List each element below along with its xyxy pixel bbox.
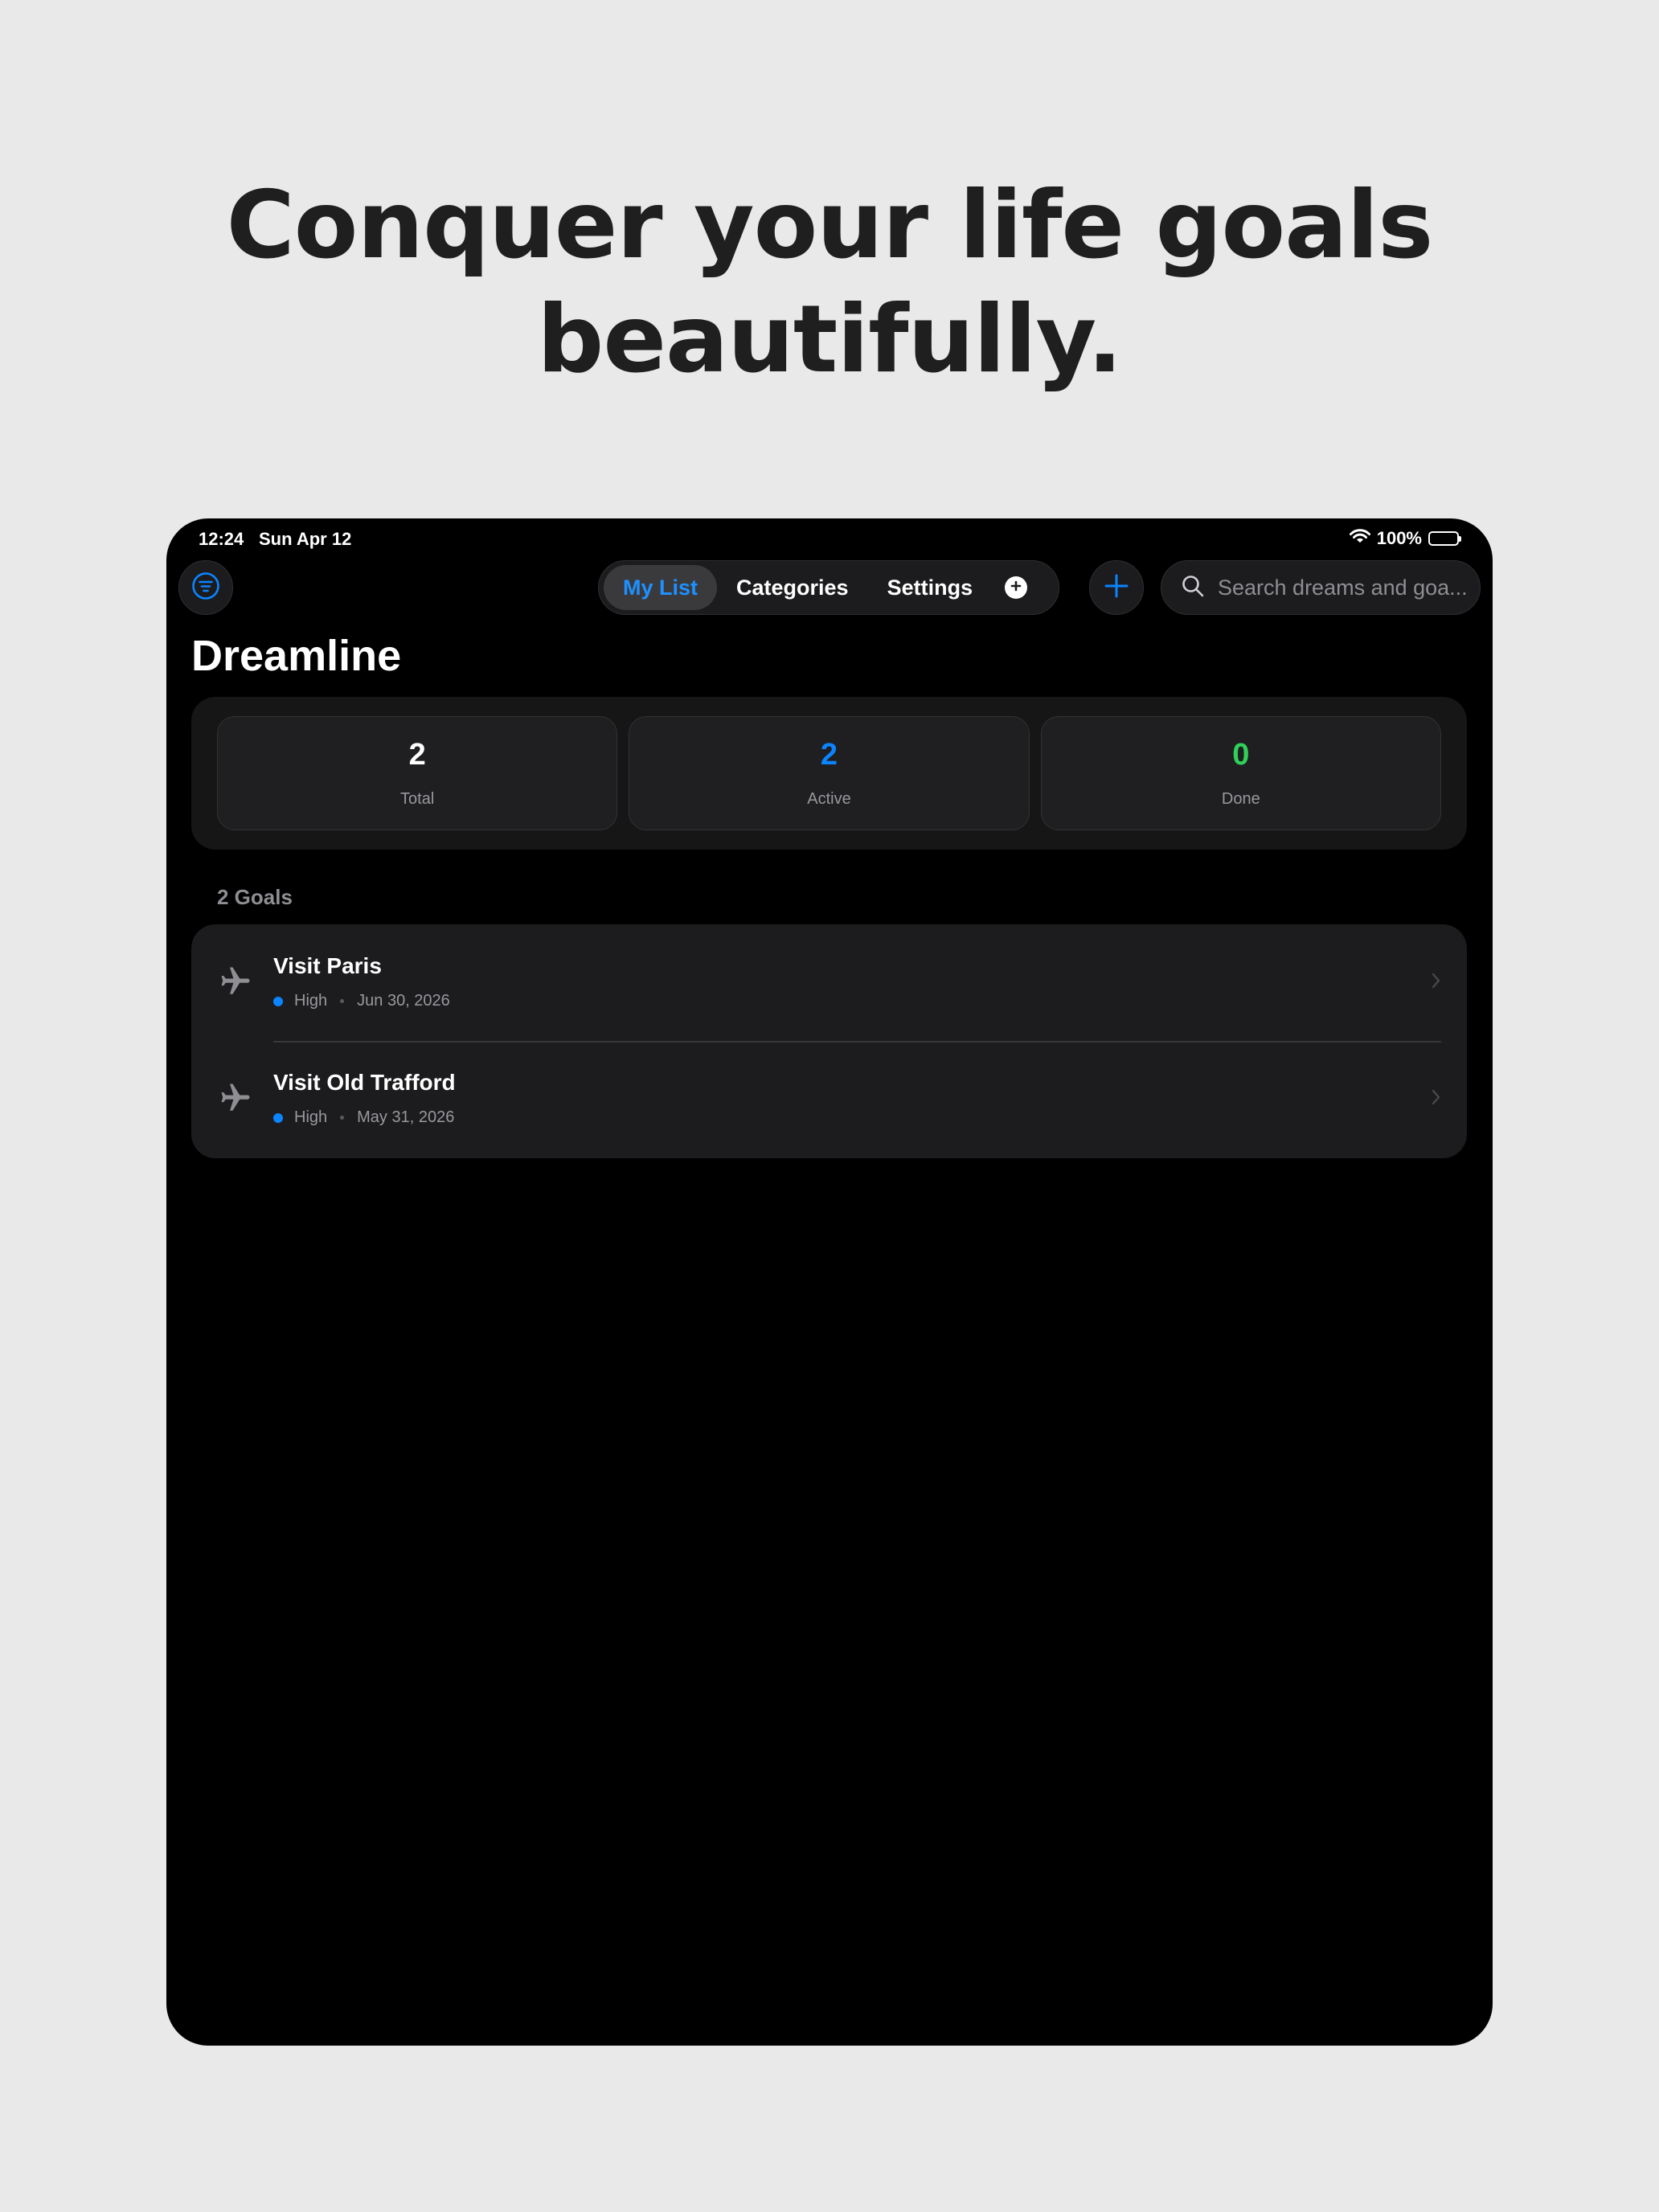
stat-done: 0 Done — [1040, 716, 1441, 830]
headline-line-1: Conquer your life goals — [226, 171, 1434, 280]
add-goal-button[interactable] — [1089, 560, 1144, 615]
page-title: Dreamline — [191, 632, 402, 680]
search-icon — [1181, 574, 1205, 602]
search-input[interactable] — [1216, 574, 1477, 601]
goal-row-visit-old-trafford[interactable]: Visit Old Trafford High May 31, 2026 — [191, 1041, 1467, 1157]
status-indicators: 100% — [1349, 528, 1461, 549]
stat-done-value: 0 — [1232, 738, 1250, 772]
separator-dot — [340, 999, 345, 1003]
tab-my-list[interactable]: My List — [604, 565, 718, 610]
stat-active-value: 2 — [820, 738, 838, 772]
separator-dot — [340, 1116, 345, 1120]
goal-meta: High May 31, 2026 — [273, 1108, 454, 1127]
tab-settings[interactable]: Settings — [868, 565, 993, 610]
wifi-icon — [1349, 528, 1370, 549]
priority-dot — [273, 1112, 283, 1123]
status-time: 12:24 — [199, 529, 244, 549]
stat-total-value: 2 — [408, 738, 426, 772]
stats-card: 2 Total 2 Active 0 Done — [191, 697, 1467, 850]
battery-percent: 100% — [1376, 528, 1422, 548]
add-tab-button[interactable] — [1005, 576, 1028, 599]
stat-total: 2 Total — [217, 716, 618, 830]
goal-title: Visit Paris — [273, 953, 382, 978]
status-bar: 12:24 Sun Apr 12 100% — [166, 518, 1493, 559]
stat-active: 2 Active — [629, 716, 1030, 830]
plus-icon — [1103, 572, 1130, 604]
stat-total-label: Total — [400, 790, 435, 808]
airplane-icon — [219, 1081, 252, 1119]
goal-title: Visit Old Trafford — [273, 1070, 456, 1095]
goal-date: Jun 30, 2026 — [357, 992, 450, 1010]
goals-list: Visit Paris High Jun 30, 2026 Visit Old … — [191, 924, 1467, 1158]
goal-priority: High — [294, 1108, 328, 1126]
headline-line-2: beautifully. — [537, 285, 1122, 394]
stat-done-label: Done — [1221, 790, 1260, 808]
search-bar[interactable] — [1161, 560, 1481, 615]
filter-icon — [190, 571, 221, 605]
ipad-screen: 12:24 Sun Apr 12 100% My List Categories… — [166, 518, 1493, 2046]
chevron-right-icon — [1430, 969, 1443, 996]
battery-icon — [1428, 531, 1461, 546]
goals-count-label: 2 Goals — [217, 885, 293, 909]
plus-icon — [1010, 580, 1022, 596]
goal-priority: High — [294, 992, 328, 1010]
status-date: Sun Apr 12 — [259, 529, 352, 549]
goal-meta: High Jun 30, 2026 — [273, 992, 450, 1010]
tab-categories[interactable]: Categories — [717, 565, 868, 610]
goal-date: May 31, 2026 — [357, 1108, 455, 1126]
chevron-right-icon — [1430, 1086, 1443, 1112]
tab-bar: My List Categories Settings — [598, 560, 1059, 615]
goal-row-visit-paris[interactable]: Visit Paris High Jun 30, 2026 — [191, 924, 1467, 1041]
filter-button[interactable] — [178, 560, 233, 615]
marketing-headline: Conquer your life goals beautifully. — [0, 169, 1659, 397]
stat-active-label: Active — [807, 790, 851, 808]
priority-dot — [273, 996, 283, 1006]
airplane-icon — [219, 965, 252, 1002]
